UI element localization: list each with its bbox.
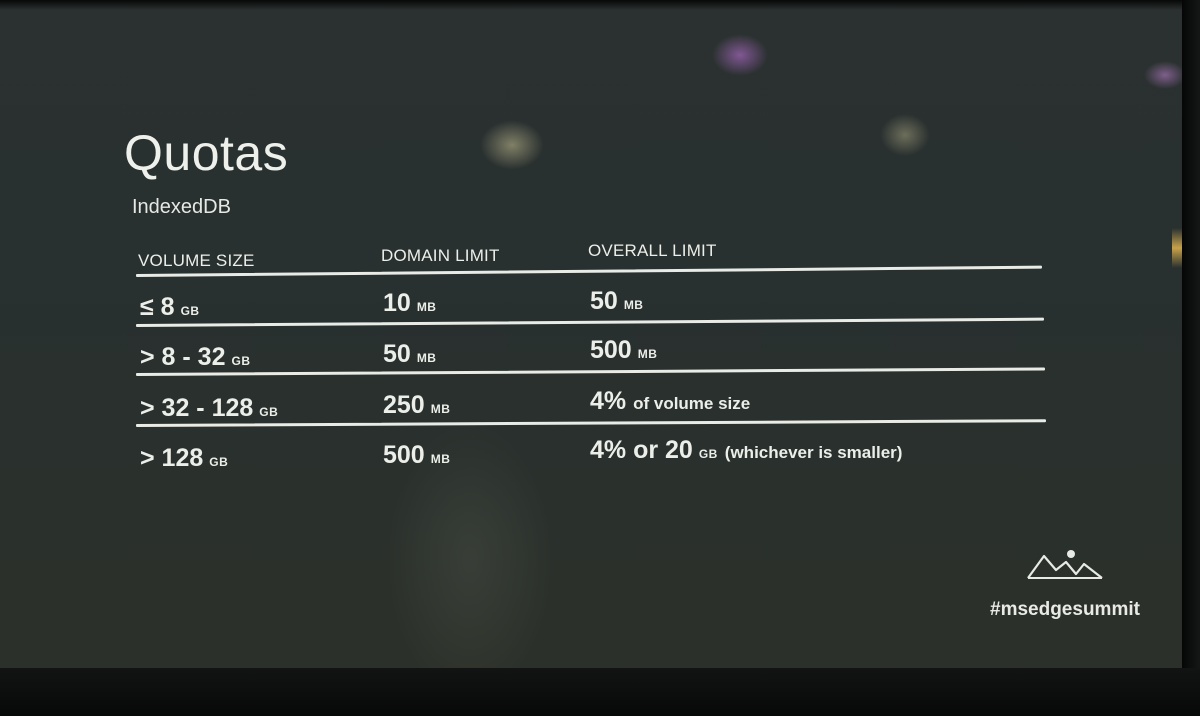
light-glare [1172,228,1182,268]
table-row-4-overall: 4% or 20 GB (whichever is smaller) [590,436,903,464]
monitor-bezel-bottom [0,668,1200,716]
table-row-3-volume: > 32 - 128 GB [140,394,279,422]
slide-title: Quotas [124,125,289,181]
table-row-2-domain: 50 MB [383,340,437,368]
slide-subtitle: IndexedDB [132,196,231,218]
table-row-2-volume: > 8 - 32 GB [140,343,251,371]
table-row-1-domain: 10 MB [383,289,437,317]
table-row-3-overall: 4% of volume size [590,387,751,415]
table-row-3-domain: 250 MB [383,391,451,419]
header-overall-limit: OVERALL LIMIT [588,241,717,260]
mountain-logo-icon [1027,550,1103,579]
table-row-4-domain: 500 MB [383,441,451,469]
table-row-1-overall: 50 MB [590,287,644,315]
projected-slide [0,0,1182,670]
event-hashtag: #msedgesummit [990,599,1140,620]
table-row-2-overall: 500 MB [590,336,658,364]
monitor-bezel-top [0,0,1200,10]
monitor-bezel-right [1182,0,1200,716]
table-row-1-volume: ≤ 8 GB [140,293,200,321]
header-volume-size: VOLUME SIZE [138,251,255,270]
header-domain-limit: DOMAIN LIMIT [381,246,500,265]
table-row-4-volume: > 128 GB [140,444,229,472]
